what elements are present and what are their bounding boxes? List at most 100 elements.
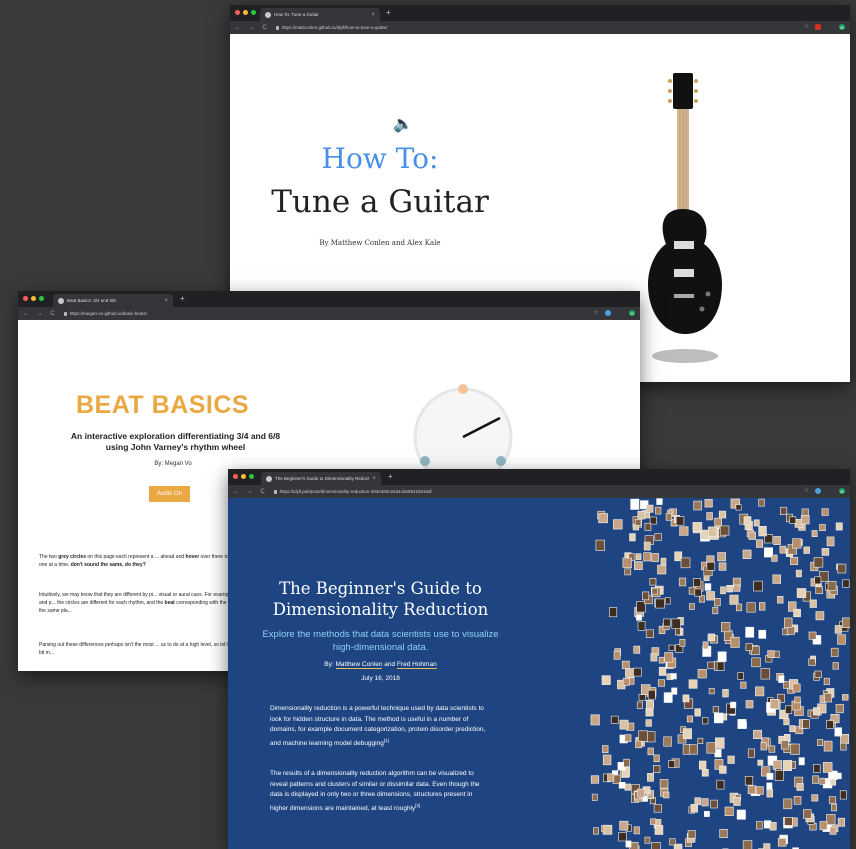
thumbnail-point[interactable] — [625, 735, 631, 742]
thumbnail-point[interactable] — [705, 584, 711, 591]
beat-circle[interactable] — [420, 456, 430, 466]
thumbnail-point[interactable] — [655, 534, 662, 541]
new-tab-button[interactable]: + — [180, 294, 185, 303]
thumbnail-point[interactable] — [693, 579, 701, 587]
thumbnail-point[interactable] — [775, 770, 783, 780]
thumbnail-point[interactable] — [655, 507, 661, 514]
thumbnail-point[interactable] — [648, 748, 654, 755]
thumbnail-point[interactable] — [679, 578, 686, 586]
thumbnail-point[interactable] — [824, 741, 832, 751]
thumbnail-point[interactable] — [743, 550, 751, 559]
thumbnail-point[interactable] — [659, 667, 666, 675]
thumbnail-point[interactable] — [764, 844, 770, 849]
thumbnail-point[interactable] — [804, 547, 810, 554]
thumbnail-point[interactable] — [644, 553, 651, 561]
thumbnail-point[interactable] — [698, 669, 707, 678]
thumbnail-point[interactable] — [812, 531, 817, 537]
thumbnail-point[interactable] — [647, 732, 656, 742]
thumbnail-point[interactable] — [785, 817, 793, 825]
thumbnail-point[interactable] — [702, 718, 708, 724]
thumbnail-point[interactable] — [772, 555, 778, 561]
footnote-link[interactable]: [2] — [415, 803, 420, 808]
close-window-button[interactable] — [235, 10, 240, 15]
thumbnail-point[interactable] — [699, 596, 704, 603]
thumbnail-point[interactable] — [810, 600, 817, 608]
thumbnail-point[interactable] — [695, 589, 702, 596]
thumbnail-point[interactable] — [705, 499, 713, 507]
thumbnail-point[interactable] — [650, 578, 656, 585]
thumbnail-point[interactable] — [626, 841, 631, 847]
thumbnail-point[interactable] — [822, 548, 829, 555]
thumbnail-point[interactable] — [708, 527, 717, 537]
thumbnail-point[interactable] — [830, 827, 836, 834]
thumbnail-point[interactable] — [744, 517, 751, 525]
thumbnail-point[interactable] — [699, 761, 706, 769]
thumbnail-point[interactable] — [642, 592, 648, 600]
thumbnail-point[interactable] — [653, 765, 660, 772]
thumbnail-point[interactable] — [746, 644, 752, 651]
thumbnail-point[interactable] — [609, 608, 617, 617]
thumbnail-point[interactable] — [759, 499, 765, 506]
minimize-window-button[interactable] — [31, 296, 36, 301]
thumbnail-point[interactable] — [715, 738, 724, 749]
rhythm-wheel[interactable] — [408, 382, 518, 477]
thumbnail-point[interactable] — [759, 526, 767, 536]
browser-tab[interactable]: The Beginner's Guide to Dimensionality R… — [261, 472, 381, 485]
thumbnail-point[interactable] — [646, 720, 652, 727]
profile-avatar[interactable]: M — [629, 310, 635, 316]
thumbnail-point[interactable] — [780, 546, 786, 553]
thumbnail-point[interactable] — [646, 700, 653, 709]
thumbnail-point[interactable] — [670, 839, 676, 845]
thumbnail-point[interactable] — [602, 676, 610, 685]
thumbnail-point[interactable] — [698, 738, 703, 744]
thumbnail-point[interactable] — [773, 575, 781, 584]
thumbnail-point[interactable] — [785, 706, 791, 714]
profile-avatar[interactable]: M — [839, 24, 845, 30]
thumbnail-point[interactable] — [770, 699, 779, 708]
thumbnail-point[interactable] — [827, 814, 836, 824]
browser-tab[interactable]: How To: Tune a Guitar × — [260, 8, 380, 21]
extension-icon[interactable] — [605, 310, 611, 316]
thumbnail-point[interactable] — [809, 632, 816, 639]
thumbnail-point[interactable] — [661, 558, 666, 565]
thumbnail-point[interactable] — [675, 628, 680, 635]
thumbnail-point[interactable] — [669, 645, 674, 651]
thumbnail-point[interactable] — [749, 532, 756, 540]
thumbnail-point[interactable] — [658, 680, 664, 687]
thumbnail-point[interactable] — [796, 570, 801, 577]
thumbnail-point[interactable] — [767, 789, 773, 797]
thumbnail-point[interactable] — [777, 596, 783, 603]
thumbnail-point[interactable] — [619, 782, 625, 788]
thumbnail-point[interactable] — [702, 799, 709, 806]
thumbnail-point[interactable] — [783, 760, 791, 770]
thumbnail-point[interactable] — [721, 622, 730, 631]
thumbnail-point[interactable] — [665, 598, 670, 605]
thumbnail-point[interactable] — [720, 526, 729, 535]
thumbnail-point[interactable] — [708, 662, 715, 669]
thumbnail-point[interactable] — [815, 577, 821, 584]
thumbnail-point[interactable] — [738, 673, 744, 680]
thumbnail-point[interactable] — [663, 619, 670, 626]
thumbnail-point[interactable] — [715, 598, 721, 606]
thumbnail-point[interactable] — [624, 759, 630, 767]
thumbnail-point[interactable] — [593, 828, 598, 835]
new-tab-button[interactable]: + — [386, 8, 391, 17]
thumbnail-point[interactable] — [680, 639, 685, 646]
thumbnail-point[interactable] — [813, 765, 820, 773]
new-tab-button[interactable]: + — [388, 472, 393, 481]
thumbnail-point[interactable] — [759, 603, 765, 611]
thumbnail-point[interactable] — [797, 589, 806, 598]
thumbnail-point[interactable] — [809, 659, 816, 666]
thumbnail-point[interactable] — [816, 587, 823, 594]
thumbnail-point[interactable] — [646, 708, 653, 716]
thumbnail-point[interactable] — [664, 737, 672, 746]
thumbnail-point[interactable] — [637, 702, 642, 709]
thumbnail-point[interactable] — [737, 810, 745, 819]
thumbnail-point[interactable] — [707, 562, 715, 570]
thumbnail-point[interactable] — [836, 523, 842, 530]
thumbnail-point[interactable] — [602, 746, 608, 753]
thumbnail-point[interactable] — [625, 784, 631, 790]
thumbnail-point[interactable] — [693, 522, 702, 531]
thumbnail-point[interactable] — [634, 562, 642, 570]
thumbnail-point[interactable] — [774, 536, 781, 544]
